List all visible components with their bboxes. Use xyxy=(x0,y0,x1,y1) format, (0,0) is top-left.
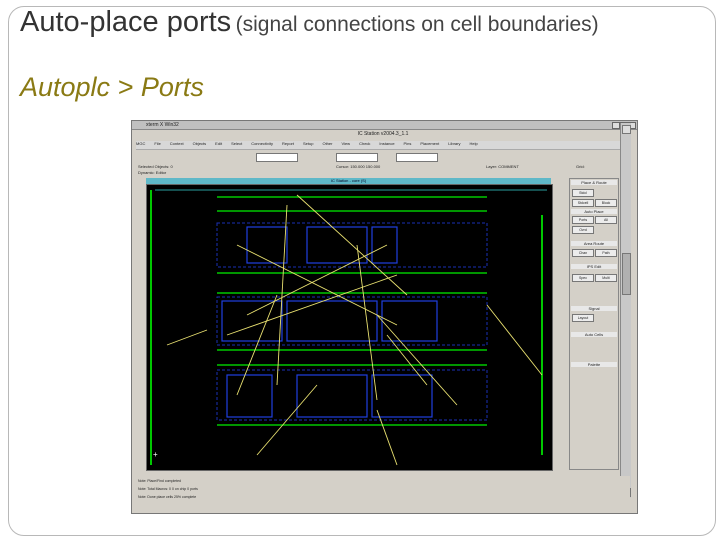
palette-button-stdcell[interactable]: Stdcell xyxy=(572,199,594,207)
menu-item-context[interactable]: Context xyxy=(170,141,184,146)
section-ips-edit: IPS Edit xyxy=(571,264,617,269)
origin-marker: + xyxy=(153,450,158,459)
menu-item-mgc[interactable]: MGC xyxy=(136,141,145,146)
menu-item-placement[interactable]: Placement xyxy=(420,141,439,146)
status-bar: Selected Objects: 0 Dynamic: Editor Curs… xyxy=(136,164,630,176)
section-area-route: Area Route xyxy=(571,241,617,246)
palette-button-ports[interactable]: Ports xyxy=(572,216,594,224)
status-dynamic: Dynamic: Editor xyxy=(138,170,167,175)
status-layer: Layer: COMMENT xyxy=(486,164,519,169)
palette-button-ovrd[interactable]: Ovrd xyxy=(572,226,594,234)
layout-drawing: + xyxy=(150,189,547,466)
layout-canvas[interactable]: + xyxy=(146,184,553,471)
palette-header: Place & Route xyxy=(571,180,617,185)
toolbar-field-1[interactable] xyxy=(256,153,298,162)
slide-subtitle: Autoplc > Ports xyxy=(20,72,204,102)
standard-cells xyxy=(221,226,438,418)
window-title: xterm X Win32 xyxy=(146,122,179,128)
minimize-button[interactable] xyxy=(612,122,620,129)
slide-title-paren: (signal connections on cell boundaries) xyxy=(235,13,599,36)
menu-item-other[interactable]: Other xyxy=(322,141,332,146)
app-title: IC Station v2004.3_1.1 xyxy=(357,131,409,137)
message-log: Note: Place/Find completed Note: Total M… xyxy=(136,476,630,508)
menu-bar: MGC File Context Objects Edit Select Connectiv… xyxy=(136,141,630,150)
scroll-thumb[interactable] xyxy=(622,253,631,295)
toolbar-field-2[interactable] xyxy=(336,153,378,162)
place-route-palette: Place & Route Auto Place Area Route IPS … xyxy=(569,178,619,470)
toolbar-field-3[interactable] xyxy=(396,153,438,162)
menu-item-instance[interactable]: Instance xyxy=(379,141,394,146)
log-line: Note: Done place cells 25% complete xyxy=(138,495,197,499)
palette-button-layout[interactable]: Layout xyxy=(572,314,594,322)
menu-item-connectivity[interactable]: Connectivity xyxy=(251,141,273,146)
palette-button-multi[interactable]: Multi xyxy=(595,274,617,282)
menu-item-select[interactable]: Select xyxy=(231,141,242,146)
section-auto-place: Auto Place xyxy=(571,209,617,214)
palette-button-path[interactable]: Path xyxy=(595,249,617,257)
menu-item-help[interactable]: Help xyxy=(469,141,477,146)
vertical-scrollbar[interactable] xyxy=(620,123,631,498)
slide-title-main: Auto-place ports xyxy=(20,6,232,38)
palette-button-spec[interactable]: Spec xyxy=(572,274,594,282)
ic-station-screenshot: xterm X Win32 IC Station v2004.3_1.1 MGC… xyxy=(131,120,638,514)
palette-button-chan[interactable]: Chan xyxy=(572,249,594,257)
menu-item-pins[interactable]: Pins xyxy=(404,141,412,146)
section-auto-cells: Auto Cells xyxy=(571,332,617,337)
status-cursor: Cursor: 150.000 150.000 xyxy=(336,164,381,169)
palette-button-block[interactable]: Block xyxy=(595,199,617,207)
section-palette: Palette xyxy=(571,362,617,367)
log-line: Note: Total Macros: 0 0 on chip 0 ports xyxy=(138,487,198,491)
menu-item-objects[interactable]: Objects xyxy=(193,141,207,146)
cell-row-3 xyxy=(216,369,488,421)
cell-row-2 xyxy=(216,296,488,346)
log-line: Note: Place/Find completed xyxy=(138,479,181,483)
slide-title: Auto-place ports (signal connections on … xyxy=(20,2,620,47)
scroll-up-icon[interactable] xyxy=(622,125,631,134)
palette-button-stdcl[interactable]: Stdcl xyxy=(572,189,594,197)
section-signal: Signal xyxy=(571,306,617,311)
palette-button-all[interactable]: All xyxy=(595,216,617,224)
window-titlebar: xterm X Win32 xyxy=(132,121,637,130)
menu-item-edit[interactable]: Edit xyxy=(215,141,222,146)
status-selected: Selected Objects: 0 xyxy=(138,164,173,169)
status-grid: Grid: xyxy=(576,164,585,169)
menu-item-check[interactable]: Check xyxy=(359,141,370,146)
menu-item-library[interactable]: Library xyxy=(448,141,460,146)
toolbar xyxy=(136,151,630,163)
menu-item-view[interactable]: View xyxy=(341,141,350,146)
menu-item-file[interactable]: File xyxy=(154,141,160,146)
menu-item-setup[interactable]: Setup xyxy=(303,141,313,146)
menu-item-report[interactable]: Report xyxy=(282,141,294,146)
